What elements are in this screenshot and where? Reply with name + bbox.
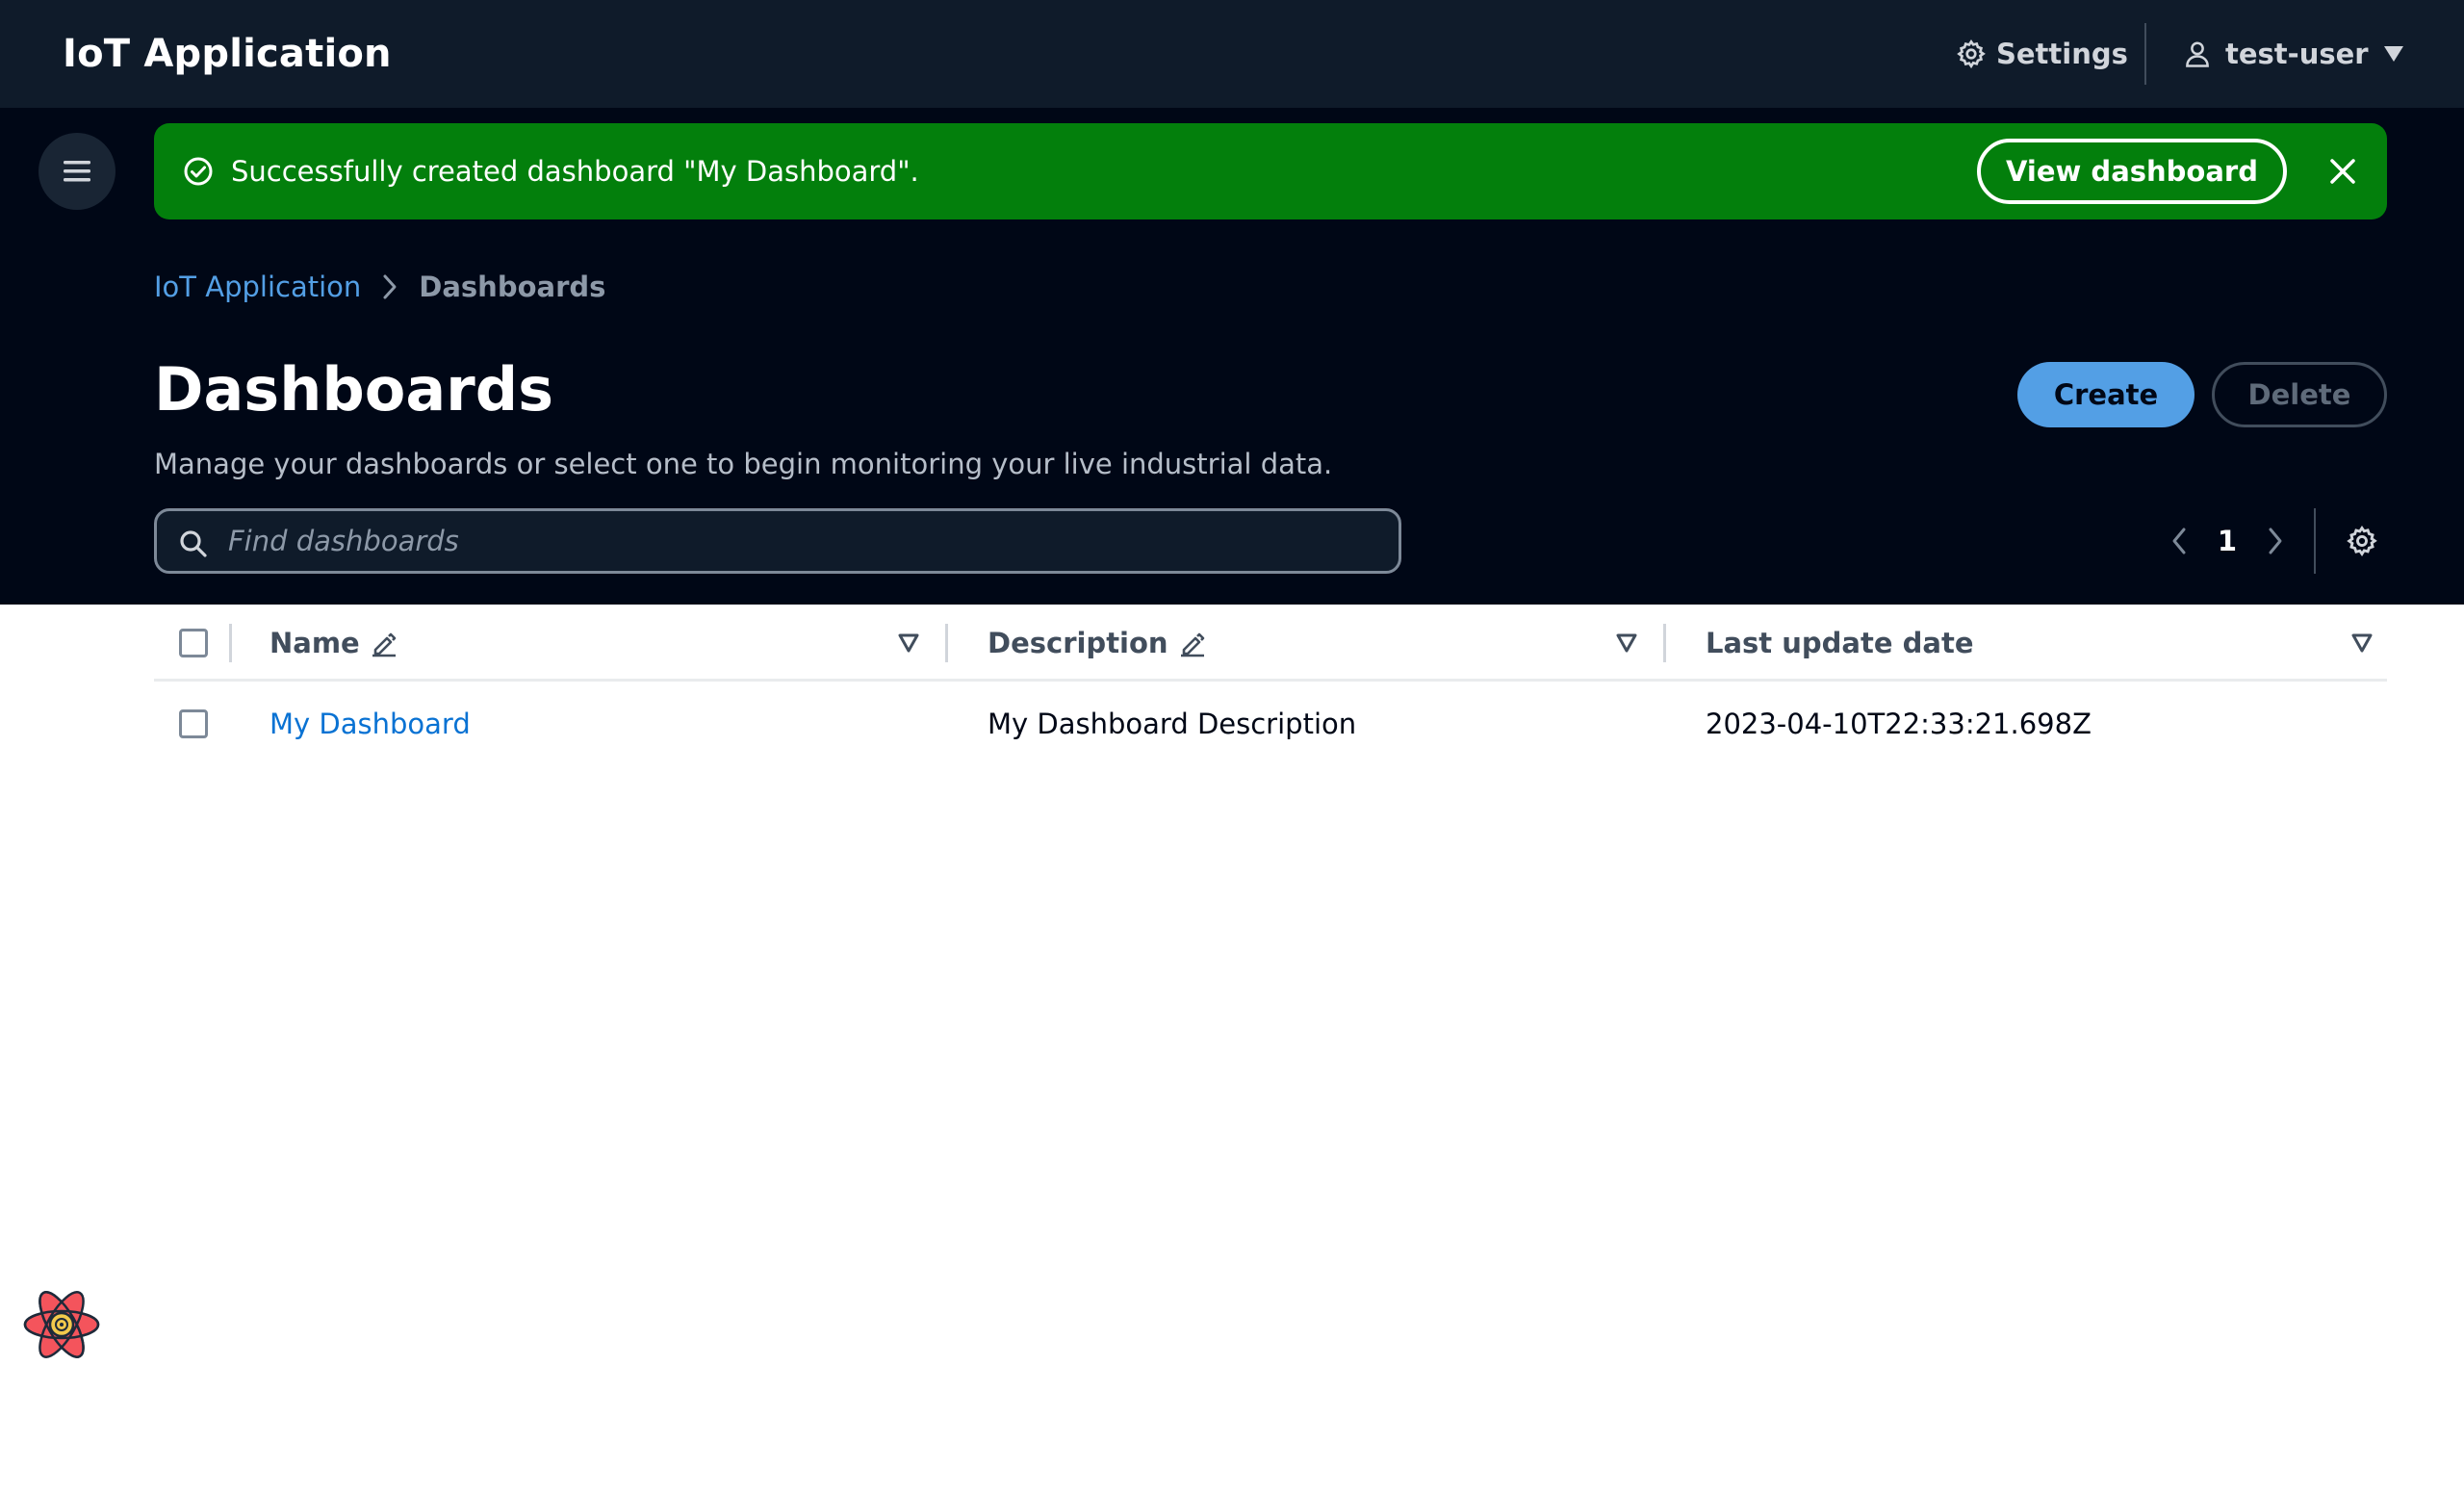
- column-header-label: Description: [988, 627, 1168, 659]
- user-menu[interactable]: test-user: [2183, 31, 2405, 77]
- table-header: Name Description Last update date: [154, 605, 2387, 682]
- delete-button[interactable]: Delete: [2212, 362, 2387, 427]
- table-preferences-button[interactable]: [2337, 508, 2387, 574]
- column-separator: [1663, 624, 1666, 662]
- pagination: 1: [2152, 508, 2387, 574]
- row-select-checkbox[interactable]: [179, 709, 208, 738]
- breadcrumb-item-iot-application[interactable]: IoT Application: [154, 270, 361, 303]
- user-label: test-user: [2225, 38, 2369, 70]
- hamburger-icon: [64, 161, 90, 182]
- settings-label: Settings: [1996, 38, 2128, 70]
- column-header-description[interactable]: Description: [988, 605, 1207, 682]
- sort-icon[interactable]: [1615, 631, 1638, 655]
- status-success-icon: [184, 157, 213, 186]
- previous-page-button[interactable]: [2152, 508, 2206, 574]
- column-header-last-update-date[interactable]: Last update date: [1706, 605, 1974, 682]
- table-row: My Dashboard My Dashboard Description 20…: [154, 683, 2387, 764]
- settings-button[interactable]: Settings: [1956, 31, 2128, 77]
- dashboard-description: My Dashboard Description: [988, 708, 1357, 740]
- breadcrumb-item-dashboards: Dashboards: [419, 270, 606, 303]
- top-navigation: IoT Application Settings test-user: [0, 0, 2464, 108]
- next-page-button[interactable]: [2248, 508, 2302, 574]
- page-description: Manage your dashboards or select one to …: [154, 448, 1333, 480]
- user-icon: [2186, 41, 2209, 67]
- side-navigation-toggle[interactable]: [38, 133, 116, 210]
- select-all-checkbox[interactable]: [179, 629, 208, 657]
- column-separator: [229, 624, 232, 662]
- column-header-label: Last update date: [1706, 627, 1974, 659]
- react-devtools-icon[interactable]: [19, 1286, 104, 1363]
- dashboard-last-update: 2023-04-10T22:33:21.698Z: [1706, 708, 2092, 740]
- nav-divider: [2144, 23, 2146, 85]
- app-title[interactable]: IoT Application: [63, 0, 392, 108]
- chevron-right-icon: [383, 274, 397, 299]
- breadcrumb: IoT Application Dashboards: [154, 262, 605, 312]
- search-field[interactable]: [154, 508, 1401, 574]
- caret-down-icon: [2383, 46, 2403, 62]
- column-header-label: Name: [270, 627, 360, 659]
- pager-divider: [2314, 508, 2316, 574]
- edit-icon: [372, 632, 397, 657]
- view-dashboard-button[interactable]: View dashboard: [1977, 139, 2287, 204]
- column-separator: [945, 624, 948, 662]
- close-icon: [2330, 159, 2355, 184]
- gear-icon: [1957, 39, 1986, 69]
- page-title: Dashboards: [154, 354, 554, 425]
- chevron-left-icon: [2172, 528, 2186, 554]
- sort-icon[interactable]: [897, 631, 920, 655]
- dashboard-name-link[interactable]: My Dashboard: [270, 683, 471, 764]
- search-icon: [180, 530, 207, 557]
- search-input[interactable]: [226, 515, 1381, 567]
- dismiss-flash-button[interactable]: [2322, 150, 2364, 193]
- sort-icon[interactable]: [2350, 631, 2374, 655]
- success-flashbar: Successfully created dashboard "My Dashb…: [154, 123, 2387, 219]
- page-number-button[interactable]: 1: [2206, 525, 2248, 557]
- gear-icon: [2347, 526, 2377, 557]
- column-header-name[interactable]: Name: [270, 605, 398, 682]
- create-button[interactable]: Create: [2017, 362, 2194, 427]
- chevron-right-icon: [2269, 528, 2282, 554]
- flash-message: Successfully created dashboard "My Dashb…: [231, 155, 919, 188]
- edit-icon: [1180, 632, 1204, 657]
